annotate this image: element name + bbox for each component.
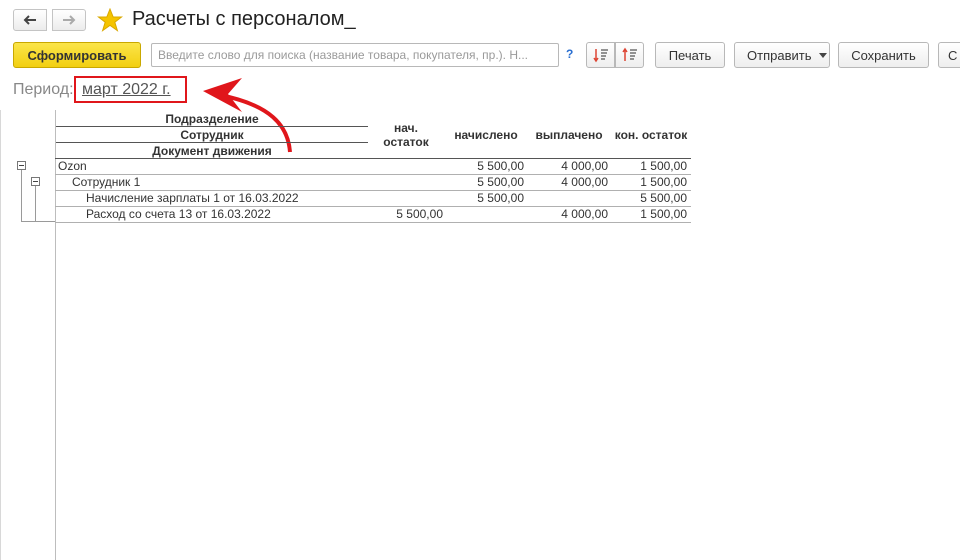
sort-ascending-icon xyxy=(621,47,637,61)
tree-guide-line xyxy=(35,186,36,221)
print-button[interactable]: Печать xyxy=(655,42,725,68)
arrow-right-icon xyxy=(63,15,76,25)
send-button[interactable]: Отправить xyxy=(734,42,830,68)
header-end-balance: кон. остаток xyxy=(614,128,688,142)
period-label: Период: xyxy=(13,81,74,98)
sort-descending-icon xyxy=(592,49,608,63)
header-divider xyxy=(56,142,368,143)
header-start-balance: нач. остаток xyxy=(383,121,429,149)
cell-accrued: 5 500,00 xyxy=(477,191,524,205)
left-border xyxy=(0,110,1,560)
tree-guide-line xyxy=(21,170,22,222)
sort-ascending-button[interactable] xyxy=(615,42,644,68)
search-input[interactable]: Введите слово для поиска (название товар… xyxy=(151,43,559,67)
tree-guide-line xyxy=(35,221,55,222)
back-button[interactable] xyxy=(13,9,47,31)
cell-end: 5 500,00 xyxy=(640,191,687,205)
header-group2: Сотрудник xyxy=(180,128,244,142)
row-name: Начисление зарплаты 1 от 16.03.2022 xyxy=(86,191,299,205)
header-accrued: начислено xyxy=(454,128,518,142)
row-name: Сотрудник 1 xyxy=(72,175,141,189)
arrow-left-icon xyxy=(23,15,36,25)
sort-descending-button[interactable] xyxy=(586,42,615,68)
cell-accrued: 5 500,00 xyxy=(477,175,524,189)
cell-end: 1 500,00 xyxy=(640,207,687,221)
more-button[interactable]: С xyxy=(938,42,960,68)
cell-paid: 4 000,00 xyxy=(561,159,608,173)
cell-paid: 4 000,00 xyxy=(561,175,608,189)
collapse-toggle[interactable] xyxy=(17,161,26,170)
row-divider xyxy=(55,222,691,223)
dropdown-arrow-icon xyxy=(819,52,828,58)
cell-accrued: 5 500,00 xyxy=(477,159,524,173)
forward-button[interactable] xyxy=(52,9,86,31)
send-label: Отправить xyxy=(747,47,812,63)
window-title: Расчеты с персоналом_ xyxy=(132,8,356,30)
save-button[interactable]: Сохранить xyxy=(838,42,929,68)
cell-end: 1 500,00 xyxy=(640,175,687,189)
row-name: Ozon xyxy=(58,159,87,173)
header-group1: Подразделение xyxy=(165,112,259,126)
cell-start: 5 500,00 xyxy=(396,207,443,221)
cell-end: 1 500,00 xyxy=(640,159,687,173)
generate-button[interactable]: Сформировать xyxy=(13,42,141,68)
annotation-box xyxy=(74,76,187,103)
row-name: Расход со счета 13 от 16.03.2022 xyxy=(86,207,271,221)
collapse-toggle[interactable] xyxy=(31,177,40,186)
help-icon[interactable]: ? xyxy=(566,47,573,61)
header-group3: Документ движения xyxy=(152,144,272,158)
header-paid: выплачено xyxy=(535,128,603,142)
star-icon[interactable] xyxy=(97,8,123,32)
header-divider xyxy=(56,126,368,127)
cell-paid: 4 000,00 xyxy=(561,207,608,221)
report-margin-line xyxy=(55,110,56,560)
